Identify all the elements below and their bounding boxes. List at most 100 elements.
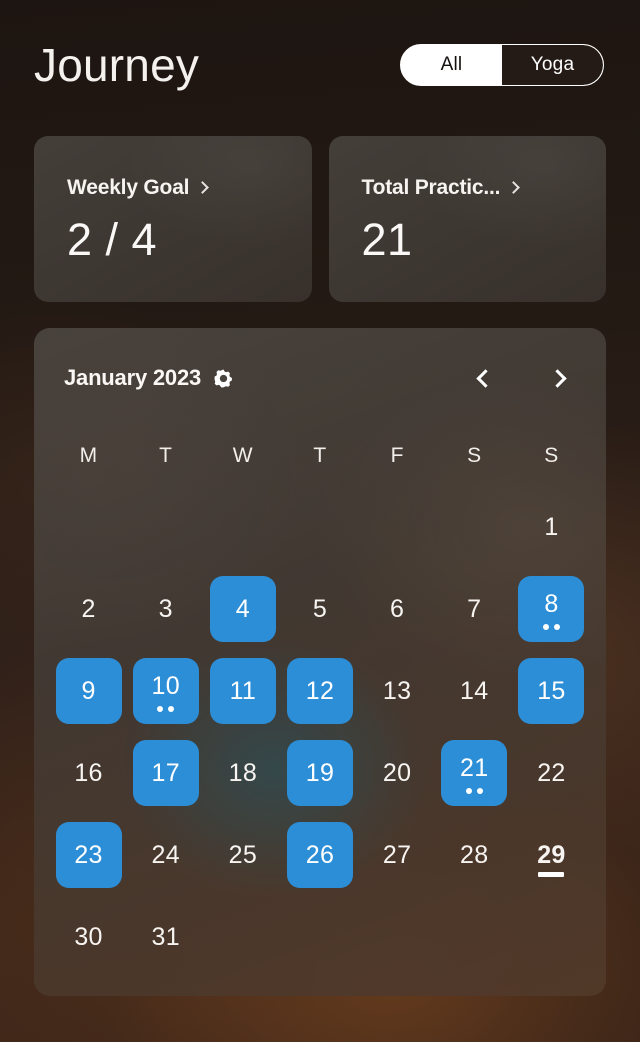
calendar-week-row: 23 24 25 26 27 28 29 <box>34 816 606 894</box>
calendar-day-21[interactable]: 21 <box>436 734 513 812</box>
calendar-day-8[interactable]: 8 <box>513 570 590 648</box>
calendar-day-18[interactable]: 18 <box>204 734 281 812</box>
day-tile[interactable]: 3 <box>133 576 199 642</box>
calendar-day-1[interactable]: 1 <box>513 488 590 566</box>
day-tile[interactable]: 22 <box>518 740 584 806</box>
calendar-day-29[interactable]: 29 <box>513 816 590 894</box>
day-tile[interactable]: 16 <box>56 740 122 806</box>
day-tile[interactable]: 27 <box>364 822 430 888</box>
stat-card-weekly-goal[interactable]: Weekly Goal 2 / 4 <box>34 136 312 302</box>
day-tile[interactable]: 24 <box>133 822 199 888</box>
segment-yoga[interactable]: Yoga <box>502 45 603 85</box>
calendar-day-24[interactable]: 24 <box>127 816 204 894</box>
calendar-day-2[interactable]: 2 <box>50 570 127 648</box>
day-number: 9 <box>81 676 96 705</box>
calendar-day-empty <box>436 898 513 976</box>
calendar-day-22[interactable]: 22 <box>513 734 590 812</box>
day-tile[interactable]: 13 <box>364 658 430 724</box>
day-number: 26 <box>305 840 335 869</box>
day-tile[interactable]: 28 <box>441 822 507 888</box>
day-number: 15 <box>537 676 566 705</box>
day-tile[interactable]: 21 <box>441 740 508 806</box>
calendar-day-13[interactable]: 13 <box>359 652 436 730</box>
calendar-day-empty <box>50 488 127 566</box>
day-number: 28 <box>460 840 489 869</box>
calendar-day-26[interactable]: 26 <box>281 816 358 894</box>
session-dot <box>168 706 175 712</box>
day-number: 30 <box>74 922 103 951</box>
day-number: 13 <box>382 676 412 705</box>
day-tile[interactable]: 4 <box>209 576 276 642</box>
calendar-day-10[interactable]: 10 <box>127 652 204 730</box>
calendar-day-19[interactable]: 19 <box>281 734 358 812</box>
day-tile[interactable]: 9 <box>55 658 122 724</box>
calendar-day-15[interactable]: 15 <box>513 652 590 730</box>
next-month-button[interactable] <box>546 365 572 391</box>
day-number: 1 <box>544 512 559 541</box>
calendar-day-6[interactable]: 6 <box>359 570 436 648</box>
segment-all[interactable]: All <box>401 45 502 85</box>
day-tile[interactable]: 15 <box>518 658 585 724</box>
day-number: 5 <box>312 594 328 623</box>
calendar-day-empty <box>204 488 281 566</box>
previous-month-button[interactable] <box>470 365 496 391</box>
calendar-day-14[interactable]: 14 <box>436 652 513 730</box>
day-tile[interactable]: 5 <box>287 576 353 642</box>
day-tile[interactable]: 6 <box>364 576 430 642</box>
day-number: 8 <box>544 589 559 618</box>
calendar-day-27[interactable]: 27 <box>359 816 436 894</box>
day-tile[interactable]: 7 <box>441 576 507 642</box>
calendar-weeks: 1 2 3 4 5 6 7 8 9 10 11 12 13 14 15 16 17 18 19 20 21 22 23 24 2… <box>34 488 606 976</box>
session-dot <box>157 706 164 712</box>
calendar-day-3[interactable]: 3 <box>127 570 204 648</box>
day-tile[interactable]: 11 <box>209 658 276 724</box>
day-tile[interactable]: 10 <box>132 658 199 724</box>
day-tile[interactable]: 19 <box>286 740 353 806</box>
day-number: 18 <box>228 758 258 787</box>
calendar-day-7[interactable]: 7 <box>436 570 513 648</box>
calendar-day-empty <box>513 898 590 976</box>
calendar-day-11[interactable]: 11 <box>204 652 281 730</box>
page-title: Journey <box>34 39 200 91</box>
calendar-day-23[interactable]: 23 <box>50 816 127 894</box>
calendar-day-31[interactable]: 31 <box>127 898 204 976</box>
calendar-day-20[interactable]: 20 <box>359 734 436 812</box>
weekday-label-2: W <box>232 444 253 467</box>
filter-segmented-control[interactable]: All Yoga <box>400 44 604 86</box>
day-tile[interactable]: 18 <box>210 740 276 806</box>
calendar-day-12[interactable]: 12 <box>281 652 358 730</box>
calendar-day-17[interactable]: 17 <box>127 734 204 812</box>
day-tile[interactable]: 23 <box>55 822 122 888</box>
session-dots <box>542 624 560 630</box>
day-tile[interactable]: 25 <box>210 822 276 888</box>
calendar-day-9[interactable]: 9 <box>50 652 127 730</box>
day-tile[interactable]: 20 <box>364 740 430 806</box>
calendar-day-28[interactable]: 28 <box>436 816 513 894</box>
day-tile[interactable]: 30 <box>56 904 122 970</box>
day-tile[interactable]: 17 <box>132 740 199 806</box>
calendar-day-5[interactable]: 5 <box>281 570 358 648</box>
day-tile[interactable]: 29 <box>518 822 584 888</box>
gear-icon[interactable] <box>213 368 234 389</box>
day-tile[interactable]: 8 <box>518 576 585 642</box>
day-tile[interactable]: 12 <box>286 658 353 724</box>
calendar-day-4[interactable]: 4 <box>204 570 281 648</box>
calendar-day-30[interactable]: 30 <box>50 898 127 976</box>
weekday-label-5: S <box>467 444 482 467</box>
day-number: 3 <box>158 594 173 623</box>
stat-card-total-practices[interactable]: Total Practic... 21 <box>328 136 607 302</box>
day-tile[interactable]: 14 <box>441 658 507 724</box>
day-number: 7 <box>467 594 482 623</box>
weekday-label-3: T <box>313 444 327 467</box>
day-number: 11 <box>229 676 257 705</box>
stat-card-header: Total Practic... <box>362 176 607 200</box>
day-tile[interactable]: 2 <box>56 576 122 642</box>
calendar-day-16[interactable]: 16 <box>50 734 127 812</box>
day-tile[interactable]: 1 <box>518 494 584 560</box>
calendar-day-25[interactable]: 25 <box>204 816 281 894</box>
weekday-label-6: S <box>544 444 559 467</box>
day-number: 14 <box>460 676 489 705</box>
session-dot <box>465 788 472 794</box>
day-tile[interactable]: 26 <box>286 822 353 888</box>
day-tile[interactable]: 31 <box>133 904 199 970</box>
